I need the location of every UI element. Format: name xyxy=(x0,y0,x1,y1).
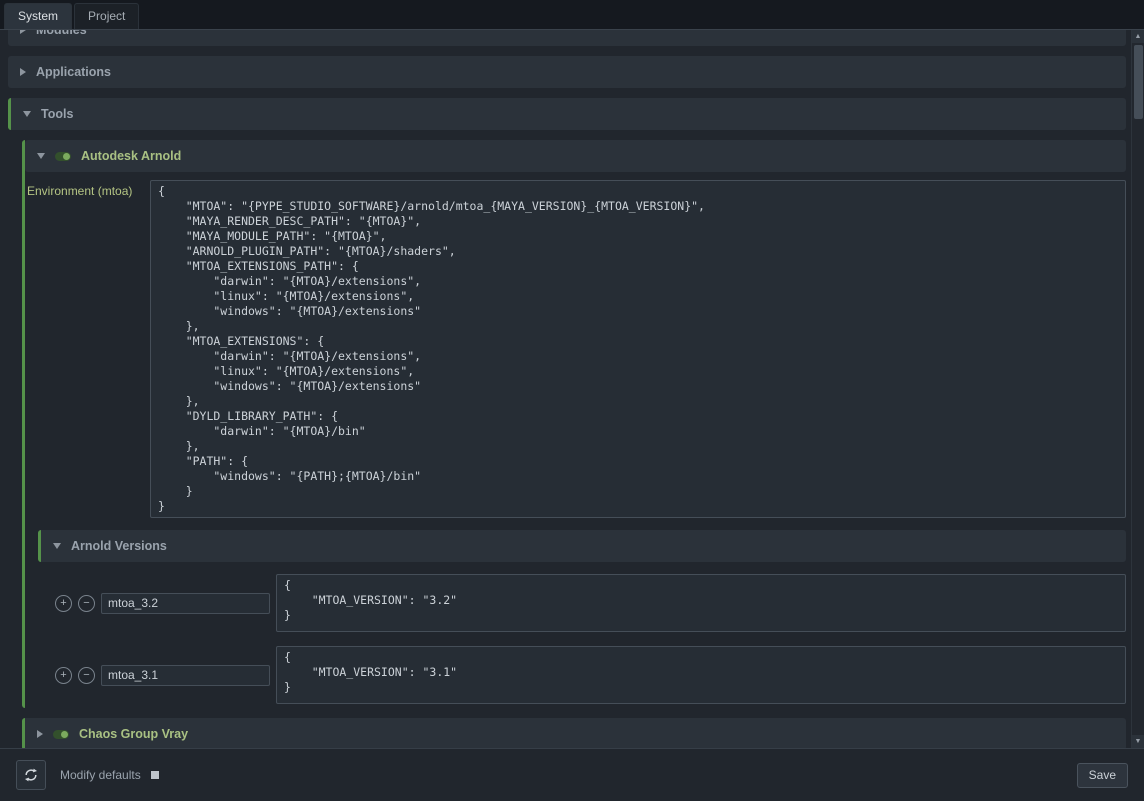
tab-project[interactable]: Project xyxy=(74,3,139,29)
section-tools-body: Autodesk Arnold Environment (mtoa) { "MT… xyxy=(8,140,1126,748)
version-row: + − { "MTOA_VERSION": "3.2" } xyxy=(55,574,1126,632)
collapse-arrow-icon xyxy=(23,111,31,117)
modify-defaults-label: Modify defaults xyxy=(60,768,141,782)
environment-label: Environment (mtoa) xyxy=(25,180,150,198)
section-tools-header[interactable]: Tools xyxy=(8,98,1126,130)
section-arnold-versions: Arnold Versions + − { "MTOA_VERSION": "3… xyxy=(38,530,1126,708)
version-key-input[interactable] xyxy=(101,665,270,686)
remove-version-button[interactable]: − xyxy=(78,595,95,612)
scroll-up-arrow-icon[interactable]: ▲ xyxy=(1132,30,1144,43)
main-tabbar: System Project xyxy=(0,0,1144,30)
settings-window: System Project Modules Applications xyxy=(0,0,1144,801)
section-applications: Applications xyxy=(8,56,1126,88)
section-modules: Modules xyxy=(8,30,1126,46)
tab-system[interactable]: System xyxy=(4,3,72,29)
expand-arrow-icon xyxy=(37,730,43,738)
environment-json-input[interactable]: { "MTOA": "{PYPE_STUDIO_SOFTWARE}/arnold… xyxy=(150,180,1126,518)
scrollbar-track[interactable] xyxy=(1132,43,1144,735)
enabled-toggle-icon[interactable] xyxy=(53,730,69,739)
section-tools: Tools Autodesk Arnold Enviro xyxy=(8,98,1126,748)
section-modules-title: Modules xyxy=(36,30,87,37)
settings-content: Modules Applications Tools xyxy=(0,30,1144,748)
arnold-versions-header[interactable]: Arnold Versions xyxy=(38,530,1126,562)
modify-defaults-checkbox[interactable] xyxy=(151,771,159,779)
section-applications-title: Applications xyxy=(36,65,111,79)
scrollbar-thumb[interactable] xyxy=(1134,45,1143,119)
expand-arrow-icon xyxy=(20,30,26,34)
remove-version-button[interactable]: − xyxy=(78,667,95,684)
save-button[interactable]: Save xyxy=(1077,763,1128,788)
version-row: + − { "MTOA_VERSION": "3.1" } xyxy=(55,646,1126,704)
autodesk-arnold-header[interactable]: Autodesk Arnold xyxy=(25,140,1126,172)
chaos-group-vray-header[interactable]: Chaos Group Vray xyxy=(22,718,1126,748)
settings-scroll-area: Modules Applications Tools xyxy=(0,30,1131,748)
chaos-group-vray-title: Chaos Group Vray xyxy=(79,727,188,741)
collapse-arrow-icon xyxy=(53,543,61,549)
vertical-scrollbar: ▲ ▼ xyxy=(1131,30,1144,748)
arnold-versions-title: Arnold Versions xyxy=(71,539,167,553)
section-applications-header[interactable]: Applications xyxy=(8,56,1126,88)
footer-bar: Modify defaults Save xyxy=(0,748,1144,801)
section-tools-title: Tools xyxy=(41,107,73,121)
collapse-arrow-icon xyxy=(37,153,45,159)
section-chaos-group-vray: Chaos Group Vray xyxy=(22,718,1126,748)
add-version-button[interactable]: + xyxy=(55,667,72,684)
expand-arrow-icon xyxy=(20,68,26,76)
version-json-input[interactable]: { "MTOA_VERSION": "3.2" } xyxy=(276,574,1126,632)
add-version-button[interactable]: + xyxy=(55,595,72,612)
arnold-versions-body: + − { "MTOA_VERSION": "3.2" } + − xyxy=(38,574,1126,708)
refresh-icon xyxy=(23,767,39,783)
refresh-button[interactable] xyxy=(16,760,46,790)
scroll-down-arrow-icon[interactable]: ▼ xyxy=(1132,735,1144,748)
version-key-input[interactable] xyxy=(101,593,270,614)
enabled-toggle-icon[interactable] xyxy=(55,152,71,161)
section-autodesk-arnold: Autodesk Arnold Environment (mtoa) { "MT… xyxy=(22,140,1126,708)
autodesk-arnold-title: Autodesk Arnold xyxy=(81,149,181,163)
autodesk-arnold-body: Environment (mtoa) { "MTOA": "{PYPE_STUD… xyxy=(25,180,1126,708)
version-json-input[interactable]: { "MTOA_VERSION": "3.1" } xyxy=(276,646,1126,704)
section-modules-header[interactable]: Modules xyxy=(8,30,1126,46)
environment-row: Environment (mtoa) { "MTOA": "{PYPE_STUD… xyxy=(25,180,1126,518)
